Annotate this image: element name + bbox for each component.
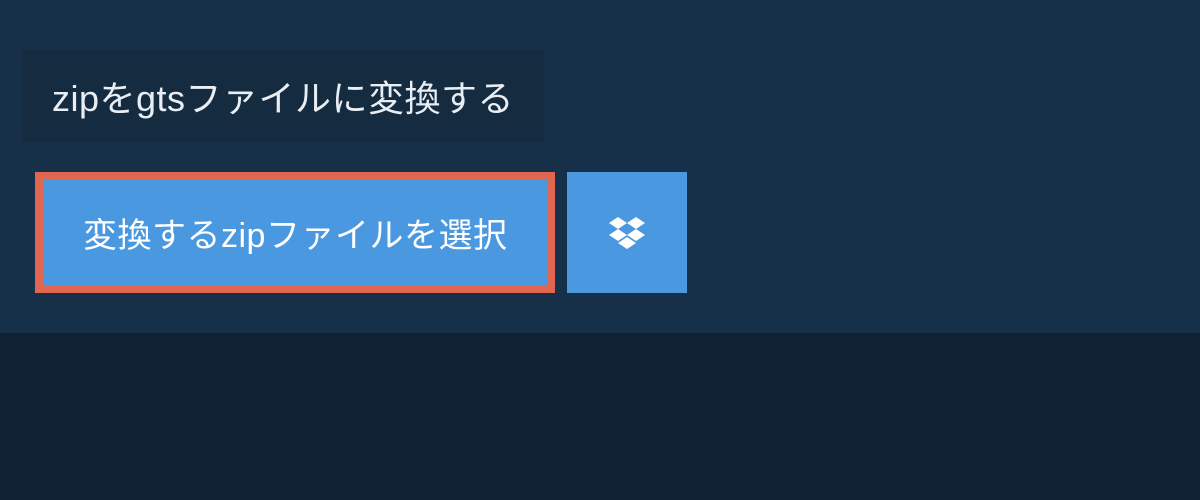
select-file-button[interactable]: 変換するzipファイルを選択 <box>35 172 555 293</box>
title-bar: zipをgtsファイルに変換する <box>22 50 544 142</box>
page-title: zipをgtsファイルに変換する <box>52 70 514 122</box>
dropbox-icon <box>609 217 645 249</box>
converter-panel: zipをgtsファイルに変換する 変換するzipファイルを選択 <box>0 0 1200 333</box>
select-file-label: 変換するzipファイルを選択 <box>83 208 507 257</box>
dropbox-button[interactable] <box>567 172 687 293</box>
button-row: 変換するzipファイルを選択 <box>35 172 1200 293</box>
